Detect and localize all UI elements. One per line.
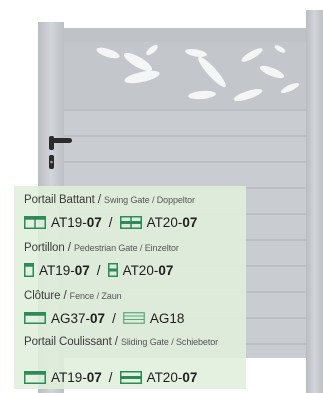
row-codes-pedestrian-gate: AT19-07 / AT20-07 [24,262,173,278]
row-title-swing-gate: Portail Battant / Swing Gate / Doppeltor [24,194,195,206]
fence-panel-outline-icon [122,312,145,324]
row-codes-fence: AG37-07 / AG18 [24,310,184,326]
code-at19-07-pedestrian[interactable]: AT19-07 [39,263,90,278]
sliding-gate-alt-icon [119,370,142,384]
product-reference-card: Portail Battant / Swing Gate / Doppeltor… [14,186,246,389]
code-at20-07-pedestrian[interactable]: AT20-07 [123,263,174,278]
sliding-gate-icon [24,370,46,384]
code-at19-07[interactable]: AT19-07 [51,215,102,230]
right-gate-post [306,10,323,393]
double-swing-gate-alt-icon [119,215,142,229]
row-codes-swing-gate: AT19-07 / AT20-07 [24,214,197,230]
pedestrian-gate-alt-icon [107,263,118,277]
code-ag37-07[interactable]: AG37-07 [51,311,105,326]
row-codes-sliding-gate: AT19-07 / AT20-07 [24,369,197,385]
code-at20-07-sliding[interactable]: AT20-07 [147,370,198,385]
row-title-sliding-gate: Portail Coulissant / Sliding Gate / Schi… [24,336,219,348]
code-ag18[interactable]: AG18 [150,311,185,326]
row-title-fence: Clôture / Fence / Zaun [24,290,122,302]
code-at20-07[interactable]: AT20-07 [147,215,198,230]
code-at19-07-sliding[interactable]: AT19-07 [51,370,102,385]
fence-panel-icon [24,312,46,324]
row-title-pedestrian-gate: Portillon / Pedestrian Gate / Einzeltor [24,242,179,254]
double-swing-gate-icon [24,215,46,229]
pedestrian-gate-icon [24,263,34,277]
